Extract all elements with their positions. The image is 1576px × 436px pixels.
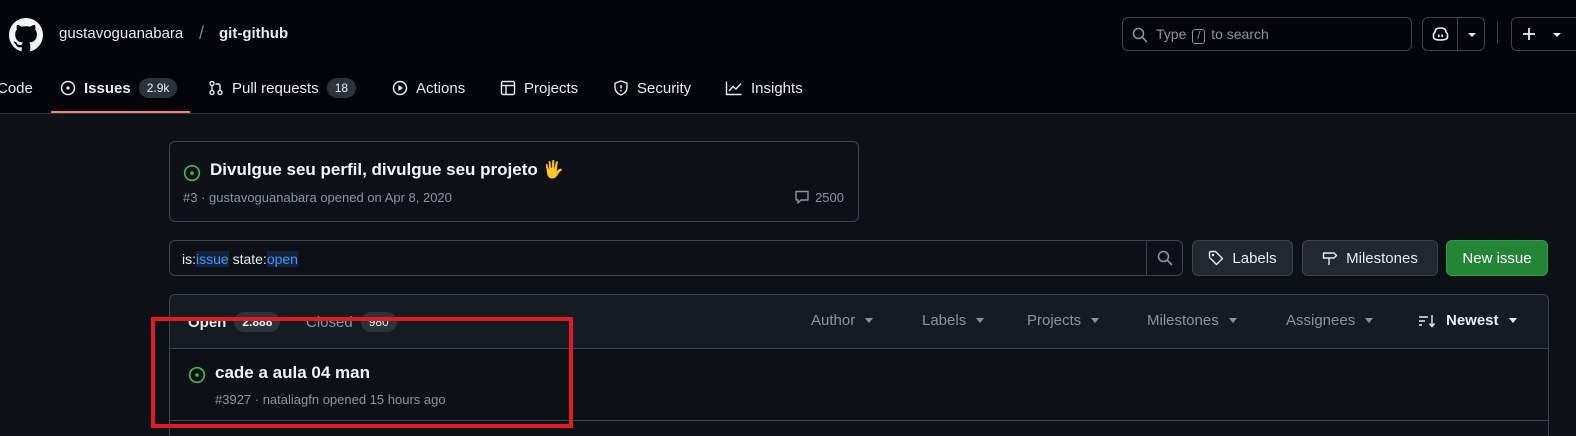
table-icon [500,80,516,96]
new-issue-button[interactable]: New issue [1446,240,1548,276]
comment-count: 2500 [815,189,844,205]
tab-projects[interactable]: Projects [500,70,578,106]
pinned-issue-comments[interactable]: 2500 [794,189,844,205]
tab-issues[interactable]: Issues 2.9k [60,70,178,106]
chevron-down-icon [1365,318,1374,323]
tab-actions[interactable]: Actions [392,70,465,106]
chevron-down-icon [1553,33,1561,37]
sort-dropdown[interactable]: Newest [1418,312,1517,329]
tab-label: Actions [416,79,466,97]
issue-opened-icon [183,164,201,182]
chevron-down-icon[interactable] [1467,32,1477,38]
breadcrumb-repo[interactable]: git-github [219,25,288,42]
issues-count-badge: 2.9k [138,78,178,98]
labels-button[interactable]: Labels [1192,240,1293,276]
repo-header: gustavoguanabara / git-github Type / to … [0,0,1576,114]
breadcrumb-separator: / [199,23,205,43]
milestones-button[interactable]: Milestones [1302,240,1438,276]
active-tab-indicator [51,111,190,113]
tab-label: Security [637,79,692,97]
search-icon [1132,27,1148,43]
sort-desc-icon [1419,314,1436,328]
filter-search-button[interactable] [1146,241,1182,275]
pinned-issue-title[interactable]: Divulgue seu perfil, divulgue seu projet… [210,160,564,180]
chevron-down-icon [1228,318,1237,323]
chevron-down-icon [1091,318,1100,323]
chevron-down-icon [1508,318,1517,323]
labels-filter[interactable]: Labels [922,312,985,329]
chevron-down-icon [976,318,985,323]
play-icon [392,80,408,96]
plus-icon [1523,28,1535,40]
copilot-divider [1457,18,1458,50]
github-logo-icon[interactable] [9,18,43,52]
tab-label: Code [0,79,33,97]
search-icon [1157,250,1172,266]
graph-icon [725,81,742,96]
tab-pull-requests[interactable]: Pull requests 18 [208,70,357,106]
chevron-down-icon [865,318,874,323]
tab-label: Issues [84,79,131,97]
git-pull-request-icon [209,80,223,96]
pinned-issue-meta: #3 · gustavoguanabara opened on Apr 8, 2… [183,190,452,205]
tab-label: Projects [524,79,579,97]
issue-filter-input[interactable]: is:issue state:open [169,240,1183,276]
projects-filter[interactable]: Projects [1027,312,1100,329]
tab-label: Insights [751,79,803,97]
filter-query: is:issue state:open [182,251,298,267]
breadcrumb-owner[interactable]: gustavoguanabara [59,25,183,42]
global-search-input[interactable]: Type / to search [1122,17,1412,51]
issue-opened-icon [60,80,76,96]
raised-hand-emoji: 🖐 [542,160,564,179]
tab-security[interactable]: Security [613,70,691,106]
tab-label: Pull requests [232,79,319,97]
create-new-button[interactable] [1511,17,1576,51]
milestones-filter[interactable]: Milestones [1147,312,1237,329]
annotation-highlight-box [151,317,573,428]
comment-icon [795,190,809,204]
search-placeholder: Type / to search [1156,26,1269,44]
milestone-icon [1322,252,1338,265]
copilot-button[interactable] [1422,17,1485,51]
tag-icon [1209,250,1224,266]
tab-code[interactable]: Code [0,70,33,106]
pull-requests-count-badge: 18 [326,78,357,98]
assignees-filter[interactable]: Assignees [1286,312,1374,329]
header-divider [1497,22,1498,44]
shield-icon [614,80,628,96]
copilot-icon [1432,27,1449,41]
slash-key-hint: / [1192,29,1206,44]
pinned-issue-card[interactable]: Divulgue seu perfil, divulgue seu projet… [169,141,859,222]
tab-insights[interactable]: Insights [725,70,803,106]
author-filter[interactable]: Author [811,312,874,329]
